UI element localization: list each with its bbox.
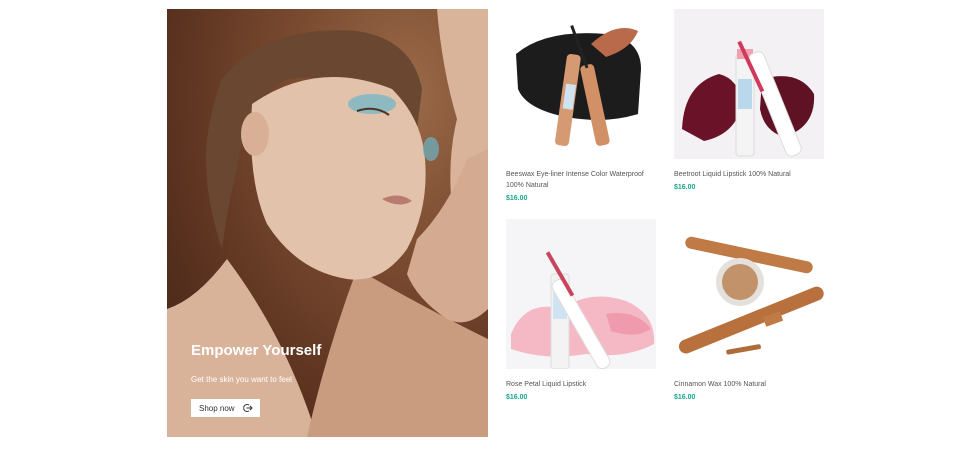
hero-model-photo	[167, 9, 488, 437]
hero-banner: Empower Yourself Get the skin you want t…	[167, 9, 488, 437]
product-price: $16.00	[674, 394, 696, 401]
hero-title: Empower Yourself	[191, 342, 322, 359]
cinnamon-wax-image	[678, 236, 824, 355]
product-name[interactable]: Beeswax Eye-liner Intense Color Waterpro…	[506, 169, 656, 191]
rose-petal-lipstick-image	[511, 251, 655, 369]
product-card[interactable]: Beeswax Eye-liner Intense Color Waterpro…	[506, 9, 658, 202]
product-image[interactable]	[506, 9, 656, 159]
product-image[interactable]	[506, 219, 656, 369]
product-price: $16.00	[506, 195, 528, 202]
product-image[interactable]	[674, 219, 824, 369]
product-price: $16.00	[506, 394, 528, 401]
hero-subtitle: Get the skin you want to feel	[191, 375, 292, 384]
product-price: $16.00	[674, 184, 696, 191]
product-name[interactable]: Beetroot Liquid Lipstick 100% Natural	[674, 169, 824, 180]
product-card[interactable]: Rose Petal Liquid Lipstick $16.00	[506, 219, 658, 401]
product-card[interactable]: Cinnamon Wax 100% Natural $16.00	[674, 219, 826, 401]
shop-now-label: Shop now	[199, 403, 235, 413]
shop-now-button[interactable]: Shop now	[191, 399, 260, 417]
eyeliner-image	[516, 25, 641, 146]
beetroot-lipstick-image	[682, 40, 815, 157]
product-name[interactable]: Rose Petal Liquid Lipstick	[506, 379, 656, 390]
product-card[interactable]: Beetroot Liquid Lipstick 100% Natural $1…	[674, 9, 826, 191]
sign-in-arrow-icon	[242, 404, 253, 412]
product-name[interactable]: Cinnamon Wax 100% Natural	[674, 379, 824, 390]
product-image[interactable]	[674, 9, 824, 159]
